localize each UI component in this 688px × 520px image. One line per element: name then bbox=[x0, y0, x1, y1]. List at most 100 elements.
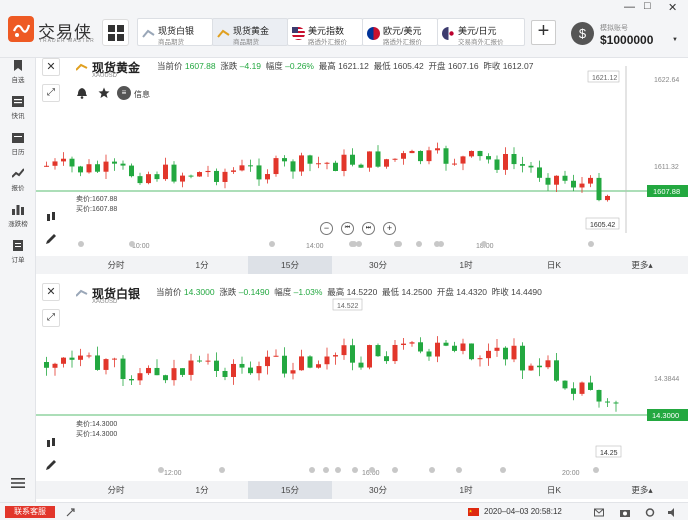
account-box[interactable]: $ 模拟账号 $1000000 ▼ bbox=[568, 20, 680, 50]
candle-body bbox=[78, 355, 83, 360]
event-marker-icon[interactable] bbox=[335, 467, 341, 473]
close-window-button[interactable]: ✕ bbox=[668, 1, 677, 14]
candle-body bbox=[299, 356, 304, 371]
period-tab-active[interactable]: 15分 bbox=[248, 481, 332, 499]
period-tab[interactable]: 分时 bbox=[76, 481, 156, 499]
sidebar-item-orders[interactable]: 订单 bbox=[0, 238, 36, 274]
event-marker-icon[interactable] bbox=[593, 467, 599, 473]
period-tab[interactable]: 30分 bbox=[336, 256, 420, 274]
sound-icon[interactable] bbox=[668, 508, 678, 517]
period-tab-active[interactable]: 15分 bbox=[248, 256, 332, 274]
candle-body bbox=[545, 360, 551, 368]
skip-forward-button[interactable]: ⏭ bbox=[362, 222, 375, 235]
silver-icon bbox=[142, 27, 155, 40]
event-marker-icon[interactable] bbox=[429, 467, 435, 473]
event-marker-icon[interactable] bbox=[369, 467, 375, 473]
candle-body bbox=[333, 162, 338, 172]
candle-body bbox=[613, 402, 619, 404]
skip-back-button[interactable]: ⏮ bbox=[341, 222, 354, 235]
tab-subtitle: 商品期货 bbox=[233, 39, 259, 46]
x-axis-label: 14:00 bbox=[306, 243, 324, 250]
zoom-in-button[interactable]: + bbox=[383, 222, 396, 235]
event-marker-icon[interactable] bbox=[481, 241, 487, 247]
period-tab[interactable]: 1时 bbox=[424, 481, 508, 499]
period-tab-more[interactable]: 更多▴ bbox=[600, 481, 684, 499]
low-tag: 14.25 bbox=[600, 450, 618, 457]
logo-subtext: TRADER MASTER bbox=[39, 38, 95, 44]
period-tab[interactable]: 1分 bbox=[162, 481, 242, 499]
candle-body bbox=[299, 155, 304, 172]
period-tab[interactable]: 日K bbox=[512, 481, 596, 499]
bid-ask: 卖价:14.3000 买价:14.3000 bbox=[76, 420, 117, 440]
event-marker-icon[interactable] bbox=[456, 467, 462, 473]
candle-body bbox=[350, 154, 355, 165]
customer-service-button[interactable]: 联系客服 bbox=[5, 506, 55, 518]
tab-silver[interactable]: 现货白银 商品期货 bbox=[137, 18, 213, 46]
period-tab[interactable]: 1时 bbox=[424, 256, 508, 274]
candle-body bbox=[52, 363, 58, 368]
event-marker-icon[interactable] bbox=[352, 467, 358, 473]
event-marker-icon[interactable] bbox=[438, 241, 444, 247]
candle-body bbox=[528, 365, 534, 371]
server-datetime: 2020–04–03 20:58:12 bbox=[484, 507, 562, 516]
zoom-out-button[interactable]: − bbox=[320, 222, 333, 235]
event-marker-icon[interactable] bbox=[269, 241, 275, 247]
layout-grid-button[interactable] bbox=[102, 19, 129, 46]
period-tab[interactable]: 分时 bbox=[76, 256, 156, 274]
tab-gold[interactable]: 现货黄金 商品期货 bbox=[212, 18, 288, 46]
menu-icon[interactable] bbox=[11, 476, 25, 490]
candle-body bbox=[571, 388, 576, 394]
candle-body bbox=[341, 154, 347, 172]
sidebar-item-calendar[interactable]: 日历 bbox=[0, 130, 36, 166]
period-tab[interactable]: 日K bbox=[512, 256, 596, 274]
sidebar-item-watchlist[interactable]: 自选 bbox=[0, 58, 36, 94]
high-tag: 1621.12 bbox=[592, 75, 617, 82]
event-marker-icon[interactable] bbox=[416, 241, 422, 247]
logo-mark-icon bbox=[8, 16, 34, 42]
period-tab[interactable]: 30分 bbox=[336, 481, 420, 499]
tab-dollar-index[interactable]: 美元指数 路透外汇报价 bbox=[287, 18, 363, 46]
tab-usdjpy[interactable]: 美元/日元 交易商外汇报价 bbox=[437, 18, 525, 46]
sidebar-item-news[interactable]: 快讯 bbox=[0, 94, 36, 130]
settings-icon[interactable] bbox=[645, 508, 655, 517]
minimize-button[interactable]: — bbox=[624, 1, 635, 13]
event-marker-icon[interactable] bbox=[129, 241, 135, 247]
event-marker-icon[interactable] bbox=[396, 241, 402, 247]
candle-body bbox=[401, 343, 406, 345]
event-marker-icon[interactable] bbox=[392, 467, 398, 473]
event-marker-icon[interactable] bbox=[356, 241, 362, 247]
sell-price: 卖价:14.3000 bbox=[76, 421, 118, 428]
event-marker-icon[interactable] bbox=[588, 241, 594, 247]
candle-body bbox=[120, 358, 126, 380]
event-marker-icon[interactable] bbox=[78, 241, 84, 247]
candle-body bbox=[528, 165, 534, 168]
candle-body bbox=[562, 175, 568, 181]
link-icon[interactable] bbox=[66, 508, 76, 517]
event-marker-icon[interactable] bbox=[309, 467, 315, 473]
camera-icon[interactable] bbox=[620, 508, 630, 517]
event-marker-icon[interactable] bbox=[158, 467, 164, 473]
candle-body bbox=[307, 356, 313, 368]
event-marker-icon[interactable] bbox=[219, 467, 225, 473]
period-tab-more[interactable]: 更多▴ bbox=[600, 256, 684, 274]
gold-chart-panel: ✕ ⤢ 现货黄金 XAUUSD 当前价 1607.88 涨跌 –4.19 幅度 … bbox=[36, 58, 688, 256]
period-tab[interactable]: 1分 bbox=[162, 256, 242, 274]
candle-body bbox=[392, 158, 398, 160]
candle-body bbox=[188, 360, 194, 375]
mail-icon[interactable] bbox=[594, 508, 604, 517]
maximize-button[interactable]: □ bbox=[644, 0, 651, 12]
candle-body bbox=[460, 156, 466, 164]
sidebar-item-label: 自选 bbox=[11, 77, 25, 84]
sidebar-item-label: 订单 bbox=[11, 257, 25, 264]
add-tab-button[interactable]: + bbox=[531, 20, 556, 45]
event-marker-icon[interactable] bbox=[500, 467, 506, 473]
candle-body bbox=[95, 164, 100, 172]
order-icon bbox=[13, 240, 23, 251]
candle-body bbox=[103, 359, 109, 370]
tab-eurusd[interactable]: 欧元/美元 路透外汇报价 bbox=[362, 18, 438, 46]
event-marker-icon[interactable] bbox=[323, 467, 329, 473]
sidebar-item-ranking[interactable]: 涨跌榜 bbox=[0, 202, 36, 238]
candle-body bbox=[443, 148, 449, 164]
sidebar-item-quotes[interactable]: 报价 bbox=[0, 166, 36, 202]
candle-body bbox=[146, 367, 151, 374]
